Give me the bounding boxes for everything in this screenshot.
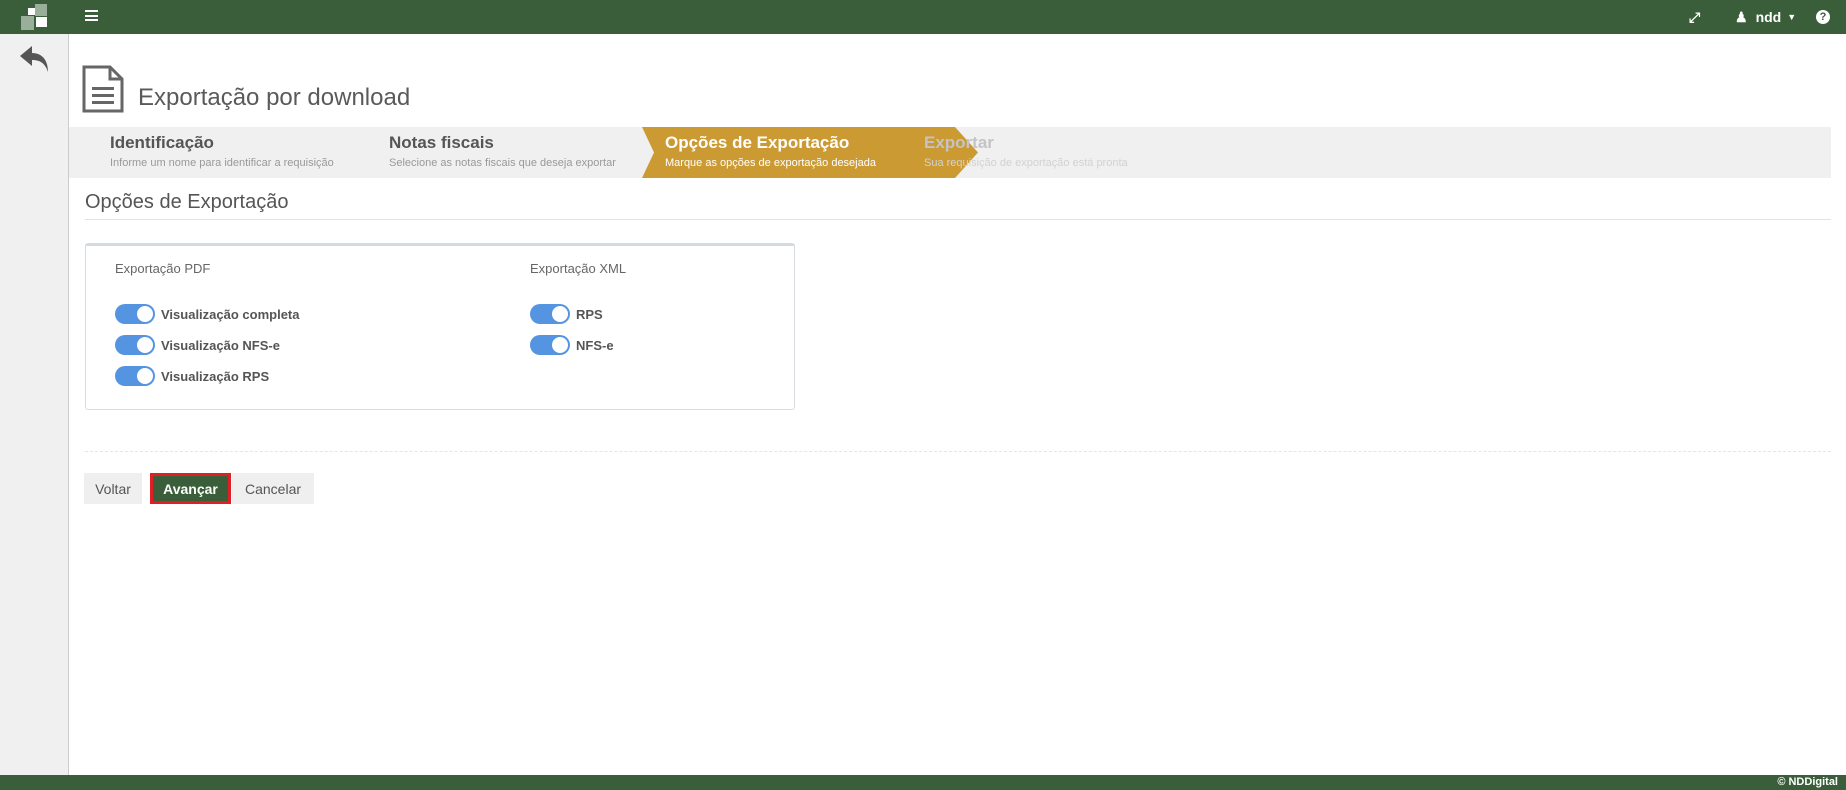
wizard-steps: Identificação Informe um nome para identi… [69, 127, 1831, 178]
toggle-label: Visualização RPS [161, 368, 270, 384]
back-arrow-icon[interactable] [18, 44, 52, 74]
pdf-group-label: Exportação PDF [115, 261, 211, 276]
toggle-switch[interactable] [530, 304, 570, 324]
xml-group-label: Exportação XML [530, 261, 627, 276]
user-menu[interactable]: ♟ ndd ▼ [1735, 0, 1796, 34]
toggle-label: RPS [576, 306, 603, 322]
divider [85, 219, 1831, 220]
toggle-switch[interactable] [115, 304, 155, 324]
step-subtitle: Informe um nome para identificar a requi… [110, 157, 334, 169]
help-icon[interactable]: ? [1816, 0, 1830, 34]
expand-icon[interactable]: ⤢ [1689, 0, 1700, 34]
top-bar: ⤢ ♟ ndd ▼ ? [0, 0, 1846, 34]
toggle-label: NFS-e [576, 337, 614, 353]
step-title: Opções de Exportação [665, 133, 850, 152]
next-button[interactable]: Avançar [150, 473, 231, 504]
document-icon [82, 65, 124, 113]
toggle-xml-nfse[interactable]: NFS-e [530, 335, 614, 355]
back-button[interactable]: Voltar [84, 473, 142, 504]
step-subtitle: Selecione as notas fiscais que deseja ex… [389, 157, 616, 169]
caret-down-icon: ▼ [1787, 12, 1797, 22]
toggle-switch[interactable] [115, 366, 155, 386]
cancel-button[interactable]: Cancelar [232, 473, 314, 504]
logo [20, 4, 50, 31]
toggle-xml-rps[interactable]: RPS [530, 304, 603, 324]
step-title: Identificação [110, 133, 214, 152]
toggle-pdf-rps[interactable]: Visualização RPS [115, 366, 269, 386]
footer-copyright: © NDDigital [0, 775, 1846, 790]
toggle-pdf-nfse[interactable]: Visualização NFS-e [115, 335, 280, 355]
user-name: ndd [1755, 9, 1782, 25]
step-exportar: Exportar Sua requisição de exportação est… [924, 133, 1128, 169]
hamburger-menu-icon[interactable] [85, 10, 98, 21]
step-identificacao[interactable]: Identificação Informe um nome para identi… [110, 133, 334, 169]
page-title: Exportação por download [138, 84, 411, 111]
toggle-pdf-completa[interactable]: Visualização completa [115, 304, 300, 324]
user-icon: ♟ [1735, 8, 1748, 25]
dashed-divider [85, 451, 1831, 452]
toggle-label: Visualização completa [161, 306, 300, 322]
sidebar [0, 34, 69, 775]
toggle-switch[interactable] [115, 335, 155, 355]
step-title: Notas fiscais [389, 133, 494, 152]
step-notas-fiscais[interactable]: Notas fiscais Selecione as notas fiscais … [389, 133, 616, 169]
export-options-card: Exportação PDF Exportação XML Visualizaç… [85, 243, 795, 410]
step-title: Exportar [924, 133, 994, 152]
section-title: Opções de Exportação [85, 191, 289, 213]
step-opcoes-exportacao[interactable]: Opções de Exportação Marque as opções de … [665, 133, 876, 169]
toggle-label: Visualização NFS-e [161, 337, 280, 353]
step-subtitle: Marque as opções de exportação desejada [665, 157, 876, 169]
step-subtitle: Sua requisição de exportação está pronta [924, 157, 1128, 169]
toggle-switch[interactable] [530, 335, 570, 355]
